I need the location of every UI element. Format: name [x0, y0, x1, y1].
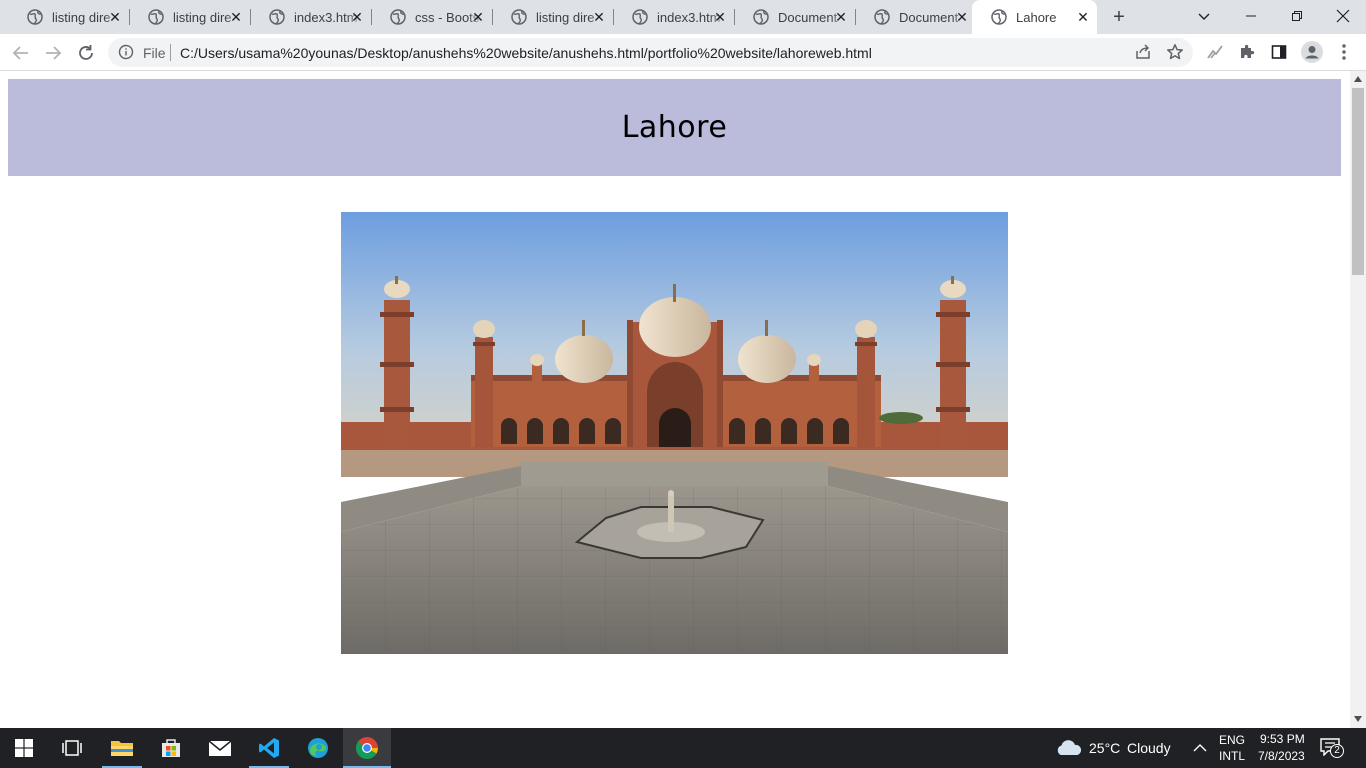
browser-tab[interactable]: css - Boots ✕ — [371, 0, 492, 34]
globe-icon — [148, 9, 164, 25]
browser-tab[interactable]: Lahore ✕ — [972, 0, 1097, 34]
puzzle-icon — [1241, 44, 1255, 58]
globe-icon — [632, 9, 648, 25]
side-panel-icon — [1271, 45, 1287, 59]
scrollbar-thumb[interactable] — [1352, 88, 1364, 275]
globe-icon — [27, 9, 43, 25]
page-viewport: Lahore — [0, 71, 1350, 728]
edge-button[interactable] — [294, 728, 342, 768]
share-button[interactable] — [1133, 42, 1153, 62]
browser-tab[interactable]: index3.htm ✕ — [613, 0, 734, 34]
folder-icon — [111, 741, 133, 756]
scroll-down-icon[interactable] — [1354, 716, 1362, 722]
minimize-button[interactable] — [1228, 0, 1274, 32]
windows-taskbar: 25°C Cloudy ENG INTL 9:53 PM 7/8/2023 2 — [0, 728, 1366, 768]
vscode-button[interactable] — [245, 728, 293, 768]
start-button[interactable] — [0, 728, 48, 768]
tab-close-icon[interactable]: ✕ — [833, 9, 849, 25]
omnibox-divider — [170, 44, 171, 61]
globe-icon — [753, 9, 769, 25]
store-bag-icon — [162, 739, 180, 757]
scheme-label: File — [143, 45, 166, 61]
browser-tab[interactable]: listing dire ✕ — [492, 0, 613, 34]
info-icon[interactable] — [118, 44, 134, 60]
vscode-icon — [259, 738, 279, 758]
task-view-icon — [62, 740, 82, 756]
globe-icon — [991, 9, 1007, 25]
weather-condition[interactable]: Cloudy — [1127, 740, 1171, 756]
url-text[interactable]: C:/Users/usama%20younas/Desktop/anushehs… — [180, 45, 872, 61]
arrow-left-icon — [12, 46, 28, 60]
star-icon — [1167, 44, 1183, 60]
tab-close-icon[interactable]: ✕ — [954, 9, 970, 25]
arrow-right-icon — [46, 46, 62, 60]
chrome-icon — [356, 737, 378, 759]
tab-close-icon[interactable]: ✕ — [107, 9, 123, 25]
chevron-up-icon[interactable] — [1193, 743, 1207, 753]
mail-icon — [208, 740, 232, 756]
browser-toolbar: File C:/Users/usama%20younas/Desktop/anu… — [0, 34, 1366, 71]
tab-close-icon[interactable]: ✕ — [228, 9, 244, 25]
windows-logo-icon — [15, 739, 33, 757]
weather-temp[interactable]: 25°C — [1089, 740, 1120, 756]
page-title: Lahore — [621, 110, 728, 145]
new-tab-button[interactable]: + — [1108, 7, 1130, 29]
chevron-down-icon — [1198, 13, 1210, 20]
back-button[interactable] — [9, 41, 33, 65]
address-bar[interactable]: File C:/Users/usama%20younas/Desktop/anu… — [108, 38, 1193, 67]
scroll-up-icon[interactable] — [1354, 76, 1362, 82]
globe-icon — [511, 9, 527, 25]
forward-button[interactable] — [41, 41, 65, 65]
extension-button[interactable] — [1205, 42, 1225, 62]
file-explorer-button[interactable] — [98, 728, 146, 768]
tab-close-icon[interactable]: ✕ — [712, 9, 728, 25]
language-code[interactable]: ENG — [1219, 733, 1245, 747]
close-icon — [1336, 9, 1350, 23]
restore-icon — [1292, 11, 1302, 21]
minimize-icon — [1246, 15, 1256, 17]
more-vertical-icon — [1342, 44, 1346, 60]
notification-badge: 2 — [1330, 744, 1344, 758]
mosque-photo-illustration — [341, 212, 1008, 654]
badshahi-mosque-image — [341, 212, 1008, 654]
restore-button[interactable] — [1274, 0, 1320, 32]
tab-close-icon[interactable]: ✕ — [349, 9, 365, 25]
browser-tab[interactable]: listing dire ✕ — [8, 0, 129, 34]
microsoft-store-button[interactable] — [147, 728, 195, 768]
globe-icon — [390, 9, 406, 25]
browser-tab[interactable]: index3.htm ✕ — [250, 0, 371, 34]
chrome-button[interactable] — [343, 728, 391, 768]
avatar-icon — [1301, 41, 1323, 63]
header-banner: Lahore — [8, 79, 1341, 176]
browser-tab[interactable]: Document ✕ — [855, 0, 976, 34]
reload-button[interactable] — [74, 41, 98, 65]
share-icon — [1136, 44, 1150, 59]
browser-tab[interactable]: listing dire ✕ — [129, 0, 250, 34]
tab-close-icon[interactable]: ✕ — [1075, 9, 1091, 25]
notifications-button[interactable]: 2 — [1320, 738, 1346, 760]
vertical-scrollbar[interactable] — [1350, 71, 1366, 728]
close-window-button[interactable] — [1320, 0, 1366, 32]
extensions-menu-button[interactable] — [1237, 42, 1257, 62]
edge-icon — [308, 738, 328, 758]
side-panel-button[interactable] — [1269, 42, 1289, 62]
task-view-button[interactable] — [48, 728, 96, 768]
globe-icon — [874, 9, 890, 25]
browser-menu-button[interactable] — [1334, 42, 1354, 62]
clock-time[interactable]: 9:53 PM — [1260, 732, 1305, 746]
clock-date[interactable]: 7/8/2023 — [1258, 749, 1305, 763]
tab-search-button[interactable] — [1181, 0, 1227, 32]
bookmark-button[interactable] — [1165, 42, 1185, 62]
activity-extension-icon — [1207, 45, 1223, 59]
keyboard-layout[interactable]: INTL — [1219, 749, 1245, 763]
profile-button[interactable] — [1301, 41, 1323, 63]
tab-strip: listing dire ✕ listing dire ✕ index3.htm ✕ css… — [0, 0, 1366, 34]
mail-button[interactable] — [196, 728, 244, 768]
reload-icon — [79, 45, 93, 60]
browser-tab[interactable]: Document ✕ — [734, 0, 855, 34]
cloud-icon — [1057, 740, 1082, 755]
tab-close-icon[interactable]: ✕ — [470, 9, 486, 25]
tab-close-icon[interactable]: ✕ — [591, 9, 607, 25]
globe-icon — [269, 9, 285, 25]
